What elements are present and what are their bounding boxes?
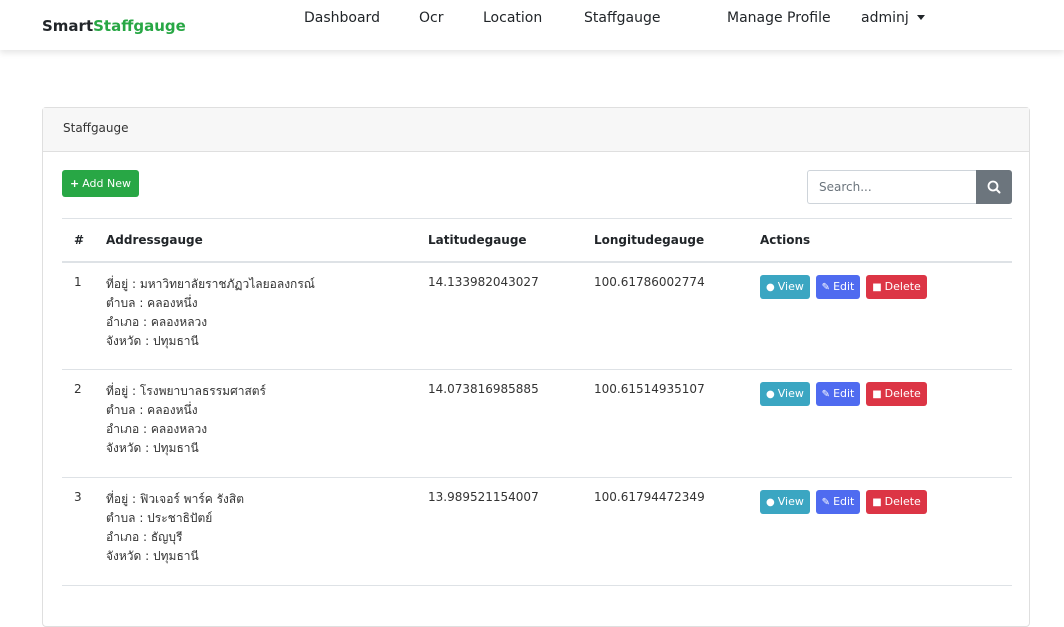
view-button[interactable]: ● View (760, 274, 810, 299)
trash-icon: ■ (872, 497, 882, 508)
edit-button[interactable]: ✎ Edit (815, 382, 861, 406)
row-address: ที่อยู่ : มหาวิทยาลัยราชภัฏวไลยอลงกรณ์ ต… (94, 261, 416, 370)
staffgauge-table: # Addressgauge Latitudegauge Longitudega… (62, 218, 1012, 586)
edit-icon: ✎ (821, 497, 831, 508)
delete-button[interactable]: ■ Delete (866, 490, 927, 514)
subdistrict-line: ตำบล : ประชาธิปัตย์ (106, 511, 213, 525)
table-row: 2 ที่อยู่ : โรงพยาบาลธรรมศาสตร์ ตำบล : ค… (62, 369, 1012, 478)
view-button[interactable]: ● View (760, 490, 810, 514)
col-header-latitude: Latitudegauge (416, 218, 582, 263)
district-line: อำเภอ : ธัญบุรี (106, 530, 183, 544)
delete-button[interactable]: ■ Delete (866, 274, 927, 299)
row-actions: ● View ✎ Edit ■ Delete (748, 477, 1012, 586)
province-line: จังหวัด : ปทุมธานี (106, 333, 199, 348)
add-new-label: Add New (82, 177, 132, 190)
edit-icon: ✎ (821, 389, 831, 400)
user-name: adminj (861, 10, 909, 26)
col-header-address: Addressgauge (94, 218, 416, 263)
edit-button[interactable]: ✎ Edit (815, 490, 861, 514)
address-line: ที่อยู่ : ฟิวเจอร์ พาร์ค รังสิต (106, 492, 245, 506)
eye-icon: ● (766, 497, 775, 508)
row-longitude: 100.61514935107 (582, 369, 748, 478)
trash-icon: ■ (872, 281, 882, 293)
row-num: 2 (62, 369, 94, 478)
table-row: 1 ที่อยู่ : มหาวิทยาลัยราชภัฏวไลยอลงกรณ์… (62, 261, 1012, 370)
col-header-num: # (62, 218, 94, 263)
row-address: ที่อยู่ : ฟิวเจอร์ พาร์ค รังสิต ตำบล : ป… (94, 477, 416, 586)
view-button[interactable]: ● View (760, 382, 810, 406)
nav-dashboard[interactable]: Dashboard (304, 10, 380, 26)
row-longitude: 100.61786002774 (582, 261, 748, 370)
edit-button[interactable]: ✎ Edit (815, 274, 861, 299)
address-line: ที่อยู่ : มหาวิทยาลัยราชภัฏวไลยอลงกรณ์ (106, 276, 315, 291)
plus-icon: + (70, 177, 80, 190)
row-latitude: 14.073816985885 (416, 369, 582, 478)
col-header-actions: Actions (748, 218, 1012, 263)
row-num: 1 (62, 261, 94, 370)
table-row: 3 ที่อยู่ : ฟิวเจอร์ พาร์ค รังสิต ตำบล :… (62, 477, 1012, 586)
district-line: อำเภอ : คลองหลวง (106, 314, 208, 329)
province-line: จังหวัด : ปทุมธานี (106, 441, 199, 455)
row-address: ที่อยู่ : โรงพยาบาลธรรมศาสตร์ ตำบล : คลอ… (94, 369, 416, 478)
user-dropdown[interactable]: adminj (861, 10, 925, 26)
delete-button[interactable]: ■ Delete (866, 382, 927, 406)
district-line: อำเภอ : คลองหลวง (106, 422, 208, 436)
nav-staffgauge[interactable]: Staffgauge (584, 10, 660, 26)
row-num: 3 (62, 477, 94, 586)
address-line: ที่อยู่ : โรงพยาบาลธรรมศาสตร์ (106, 384, 267, 398)
eye-icon: ● (766, 389, 775, 400)
table-header-row: # Addressgauge Latitudegauge Longitudega… (62, 218, 1012, 263)
row-longitude: 100.61794472349 (582, 477, 748, 586)
nav-location[interactable]: Location (483, 10, 542, 26)
search-input[interactable] (807, 170, 976, 204)
staffgauge-card: Staffgauge +Add New # Addressgauge Latit… (42, 107, 1030, 627)
row-latitude: 14.133982043027 (416, 261, 582, 370)
nav-manage-profile[interactable]: Manage Profile (727, 10, 831, 26)
subdistrict-line: ตำบล : คลองหนึ่ง (106, 295, 198, 310)
brand-logo[interactable]: SmartStaffgauge (42, 17, 186, 35)
row-latitude: 13.989521154007 (416, 477, 582, 586)
caret-down-icon (916, 15, 925, 20)
nav-ocr[interactable]: Ocr (419, 10, 443, 26)
top-navbar: SmartStaffgauge Dashboard Ocr Location S… (0, 0, 1064, 50)
trash-icon: ■ (872, 389, 882, 400)
card-title: Staffgauge (43, 108, 1029, 152)
col-header-longitude: Longitudegauge (582, 218, 748, 263)
province-line: จังหวัด : ปทุมธานี (106, 549, 199, 563)
row-actions: ● View ✎ Edit ■ Delete (748, 261, 1012, 370)
edit-icon: ✎ (821, 281, 831, 293)
eye-icon: ● (766, 281, 775, 293)
search-button[interactable] (976, 170, 1012, 204)
add-new-button[interactable]: + Add New (62, 170, 140, 197)
subdistrict-line: ตำบล : คลองหนึ่ง (106, 403, 198, 417)
row-actions: ● View ✎ Edit ■ Delete (748, 369, 1012, 478)
search-icon (987, 180, 1001, 194)
